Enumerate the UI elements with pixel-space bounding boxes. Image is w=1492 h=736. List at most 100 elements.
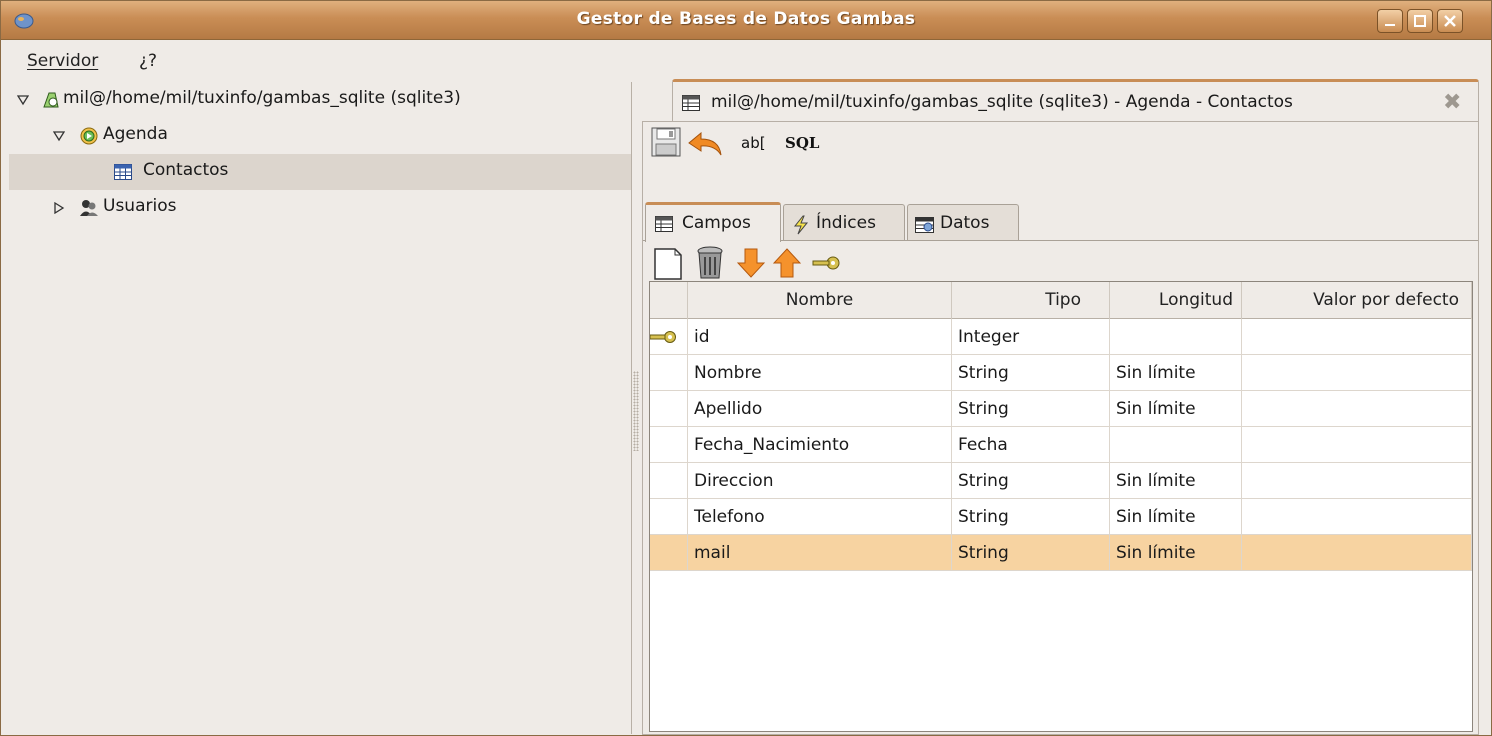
cell-longitud[interactable]: Sin límite: [1110, 499, 1242, 535]
tree-item-agenda[interactable]: Agenda: [9, 118, 631, 154]
tab-campos[interactable]: Campos: [645, 202, 781, 242]
table-row[interactable]: Fecha_Nacimiento Fecha: [650, 427, 1472, 463]
close-icon: [1444, 15, 1456, 27]
cell-longitud[interactable]: Sin límite: [1110, 463, 1242, 499]
pane-splitter[interactable]: [633, 371, 639, 451]
server-icon: [43, 92, 59, 108]
title-bar[interactable]: Gestor de Bases de Datos Gambas: [1, 1, 1491, 40]
cell-nombre[interactable]: id: [688, 319, 952, 355]
minimize-button[interactable]: [1377, 9, 1403, 33]
cell-defecto[interactable]: [1242, 427, 1472, 463]
move-up-icon[interactable]: [773, 247, 801, 279]
table-icon: [682, 95, 700, 111]
cell-tipo[interactable]: String: [952, 499, 1110, 535]
editor-pane: mil@/home/mil/tuxinfo/gambas_sqlite (sql…: [642, 79, 1479, 735]
sql-button[interactable]: SQL: [785, 134, 819, 152]
expander-down-icon[interactable]: [17, 94, 29, 106]
key-cell: [650, 463, 688, 499]
document-tab[interactable]: mil@/home/mil/tuxinfo/gambas_sqlite (sql…: [672, 79, 1479, 121]
database-tree: mil@/home/mil/tuxinfo/gambas_sqlite (sql…: [9, 82, 632, 734]
tree-item-label: Usuarios: [103, 196, 177, 216]
tab-label: Campos: [682, 213, 751, 233]
cell-defecto[interactable]: [1242, 391, 1472, 427]
tree-item-label: mil@/home/mil/tuxinfo/gambas_sqlite (sql…: [63, 88, 461, 108]
rename-button[interactable]: ab[: [741, 134, 766, 152]
campos-panel: Nombre Tipo Longitud Valor por defecto i…: [643, 240, 1478, 734]
cell-defecto[interactable]: [1242, 535, 1472, 571]
cell-nombre[interactable]: Direccion: [688, 463, 952, 499]
table-row[interactable]: id Integer: [650, 319, 1472, 355]
cell-tipo[interactable]: Integer: [952, 319, 1110, 355]
menu-bar: Servidor ¿?: [1, 41, 1491, 79]
app-window: Gestor de Bases de Datos Gambas Servidor…: [0, 0, 1492, 736]
table-row[interactable]: Telefono String Sin límite: [650, 499, 1472, 535]
cell-defecto[interactable]: [1242, 355, 1472, 391]
document-body: ab[ SQL Campos Índices Datos Nombre Tipo…: [642, 121, 1479, 735]
new-field-icon[interactable]: [651, 247, 685, 281]
maximize-icon: [1414, 15, 1426, 27]
close-window-button[interactable]: [1437, 9, 1463, 33]
cell-defecto[interactable]: [1242, 319, 1472, 355]
table-header: Nombre Tipo Longitud Valor por defecto: [650, 282, 1472, 319]
users-icon: [80, 200, 98, 216]
move-down-icon[interactable]: [737, 247, 765, 279]
cell-longitud[interactable]: [1110, 319, 1242, 355]
fields-table[interactable]: Nombre Tipo Longitud Valor por defecto i…: [649, 281, 1473, 732]
tab-label: Índices: [816, 213, 876, 233]
tree-item-label: Contactos: [143, 160, 229, 180]
save-icon[interactable]: [649, 126, 683, 158]
cell-nombre[interactable]: Apellido: [688, 391, 952, 427]
cell-nombre[interactable]: Nombre: [688, 355, 952, 391]
key-cell: [650, 427, 688, 463]
tab-indices[interactable]: Índices: [783, 204, 905, 240]
key-cell: [650, 319, 688, 355]
close-tab-icon[interactable]: ✖: [1443, 90, 1461, 115]
minimize-icon: [1385, 24, 1395, 26]
cell-nombre[interactable]: mail: [688, 535, 952, 571]
maximize-button[interactable]: [1407, 9, 1433, 33]
delete-field-icon[interactable]: [693, 245, 727, 281]
cell-tipo[interactable]: Fecha: [952, 427, 1110, 463]
header-nombre[interactable]: Nombre: [688, 282, 952, 319]
cell-defecto[interactable]: [1242, 463, 1472, 499]
menu-servidor[interactable]: Servidor: [27, 51, 98, 71]
table-row[interactable]: Nombre String Sin límite: [650, 355, 1472, 391]
cell-tipo[interactable]: String: [952, 391, 1110, 427]
header-valor-defecto[interactable]: Valor por defecto: [1242, 282, 1472, 319]
tab-datos[interactable]: Datos: [907, 204, 1019, 240]
cell-tipo[interactable]: String: [952, 535, 1110, 571]
cell-tipo[interactable]: String: [952, 355, 1110, 391]
cell-defecto[interactable]: [1242, 499, 1472, 535]
menu-help[interactable]: ¿?: [139, 51, 157, 71]
header-longitud[interactable]: Longitud: [1110, 282, 1242, 319]
expander-right-icon[interactable]: [53, 202, 65, 214]
cell-nombre[interactable]: Telefono: [688, 499, 952, 535]
cell-longitud[interactable]: Sin límite: [1110, 391, 1242, 427]
cell-longitud[interactable]: Sin límite: [1110, 355, 1242, 391]
cell-longitud[interactable]: Sin límite: [1110, 535, 1242, 571]
tree-item-label: Agenda: [103, 124, 168, 144]
key-cell: [650, 535, 688, 571]
database-icon: [80, 127, 98, 145]
table-icon: [114, 164, 132, 180]
undo-icon[interactable]: [687, 128, 725, 160]
table-row[interactable]: Direccion String Sin límite: [650, 463, 1472, 499]
cell-tipo[interactable]: String: [952, 463, 1110, 499]
tree-item-usuarios[interactable]: Usuarios: [9, 190, 631, 226]
header-tipo[interactable]: Tipo: [952, 282, 1110, 319]
cell-nombre[interactable]: Fecha_Nacimiento: [688, 427, 952, 463]
cell-longitud[interactable]: [1110, 427, 1242, 463]
key-cell: [650, 355, 688, 391]
key-cell: [650, 499, 688, 535]
table-icon: [655, 216, 673, 232]
tree-item-server[interactable]: mil@/home/mil/tuxinfo/gambas_sqlite (sql…: [9, 82, 631, 118]
primary-key-icon[interactable]: [811, 255, 841, 271]
window-title: Gestor de Bases de Datos Gambas: [576, 9, 916, 29]
primary-key-icon: [650, 331, 676, 343]
table-row[interactable]: Apellido String Sin límite: [650, 391, 1472, 427]
table-row[interactable]: mail String Sin límite: [650, 535, 1472, 571]
tree-item-contactos[interactable]: Contactos: [9, 154, 631, 190]
tab-label: Datos: [940, 213, 990, 233]
expander-down-icon[interactable]: [53, 130, 65, 142]
data-table-icon: [915, 217, 934, 233]
